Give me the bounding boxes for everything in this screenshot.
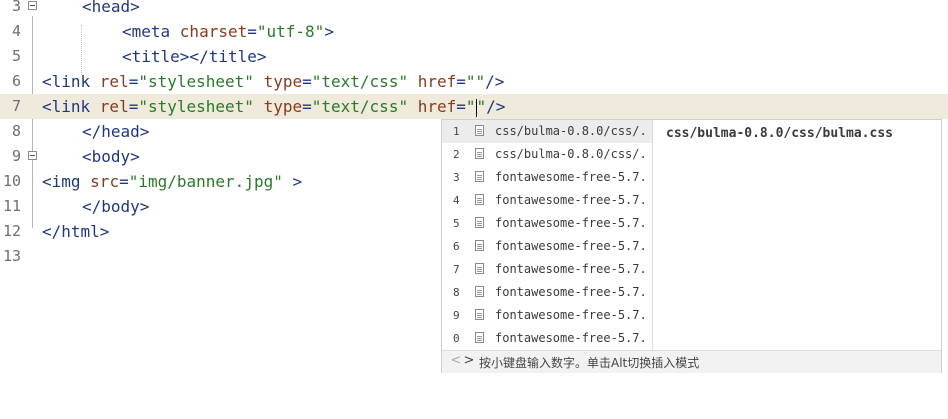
line-number: 4: [11, 22, 21, 40]
file-icon: [475, 171, 484, 182]
item-label: css/bulma-0.8.0/css/...: [495, 124, 645, 138]
prev-page-icon[interactable]: <: [450, 353, 462, 369]
autocomplete-item[interactable]: 6 fontawesome-free-5.7...: [442, 235, 652, 258]
line-number: 6: [11, 72, 21, 90]
line-number: 8: [11, 122, 21, 140]
file-icon: [475, 286, 484, 297]
code-text: <link rel="stylesheet" type="text/css" h…: [42, 97, 506, 117]
file-icon: [475, 148, 484, 159]
code-text: </body>: [82, 197, 150, 216]
item-label: fontawesome-free-5.7...: [495, 216, 645, 230]
code-text: <img src="img/banner.jpg" >: [42, 172, 303, 191]
code-line[interactable]: 4 <meta charset="utf-8">: [0, 19, 948, 44]
autocomplete-item[interactable]: 3 fontawesome-free-5.7...: [442, 166, 652, 189]
code-text: <meta charset="utf-8">: [122, 22, 334, 41]
item-number: 2: [453, 148, 460, 161]
item-label: css/bulma-0.8.0/css/...: [495, 147, 645, 161]
item-number: 3: [453, 171, 460, 184]
item-number: 8: [453, 286, 460, 299]
file-icon: [475, 217, 484, 228]
file-icon: [475, 309, 484, 320]
code-text: <body>: [82, 147, 140, 166]
autocomplete-item[interactable]: 0 fontawesome-free-5.7...: [442, 327, 652, 350]
file-icon: [475, 125, 484, 136]
autocomplete-item[interactable]: 2 css/bulma-0.8.0/css/...: [442, 143, 652, 166]
item-number: 5: [453, 217, 460, 230]
autocomplete-item[interactable]: 9 fontawesome-free-5.7...: [442, 304, 652, 327]
autocomplete-item[interactable]: 7 fontawesome-free-5.7...: [442, 258, 652, 281]
code-text: </html>: [42, 222, 110, 241]
autocomplete-detail: css/bulma-0.8.0/css/bulma.css: [666, 126, 893, 141]
item-label: fontawesome-free-5.7...: [495, 170, 645, 184]
item-number: 6: [453, 240, 460, 253]
autocomplete-item[interactable]: 5 fontawesome-free-5.7...: [442, 212, 652, 235]
item-number: 9: [453, 309, 460, 322]
file-icon: [475, 240, 484, 251]
autocomplete-hint: 按小键盘输入数字。单击Alt切换插入模式: [479, 356, 700, 370]
code-line[interactable]: 5 <title></title>: [0, 44, 948, 69]
line-number: 10: [2, 172, 21, 190]
file-icon: [475, 194, 484, 205]
line-number: 5: [11, 47, 21, 65]
item-label: fontawesome-free-5.7...: [495, 239, 645, 253]
code-text: <head>: [82, 0, 140, 16]
code-text: <link rel="stylesheet" type="text/css" h…: [42, 72, 505, 91]
autocomplete-footer: < > 按小键盘输入数字。单击Alt切换插入模式: [442, 350, 941, 373]
line-number: 13: [2, 247, 21, 265]
line-number: 11: [2, 197, 21, 215]
autocomplete-popup[interactable]: 1 css/bulma-0.8.0/css/... 2 css/bulma-0.8.0…: [441, 119, 942, 373]
item-number: 4: [453, 194, 460, 207]
file-icon: [475, 263, 484, 274]
code-line[interactable]: 7 <link rel="stylesheet" type="text/css" …: [0, 94, 948, 119]
item-label: fontawesome-free-5.7...: [495, 331, 645, 345]
item-number: 7: [453, 263, 460, 276]
autocomplete-item[interactable]: 1 css/bulma-0.8.0/css/...: [442, 120, 652, 143]
code-line[interactable]: 6 <link rel="stylesheet" type="text/css" …: [0, 69, 948, 94]
next-page-icon[interactable]: >: [463, 353, 475, 369]
item-number: 0: [453, 332, 460, 345]
item-label: fontawesome-free-5.7...: [495, 193, 645, 207]
fold-collapse-icon[interactable]: [28, 1, 37, 10]
autocomplete-list[interactable]: 1 css/bulma-0.8.0/css/... 2 css/bulma-0.8.0…: [442, 120, 653, 350]
item-label: fontawesome-free-5.7...: [495, 308, 645, 322]
fold-collapse-icon[interactable]: [28, 151, 37, 160]
code-text: </head>: [82, 122, 150, 141]
item-label: fontawesome-free-5.7...: [495, 262, 645, 276]
autocomplete-item[interactable]: 4 fontawesome-free-5.7...: [442, 189, 652, 212]
line-number: 3: [11, 0, 21, 15]
code-line[interactable]: 3 <head>: [0, 0, 948, 19]
code-text: <title></title>: [122, 47, 267, 66]
line-number: 12: [2, 222, 21, 240]
line-number: 7: [11, 97, 21, 115]
autocomplete-item[interactable]: 8 fontawesome-free-5.7...: [442, 281, 652, 304]
file-icon: [475, 332, 484, 343]
line-number: 9: [11, 147, 21, 165]
item-label: fontawesome-free-5.7...: [495, 285, 645, 299]
item-number: 1: [453, 125, 460, 138]
